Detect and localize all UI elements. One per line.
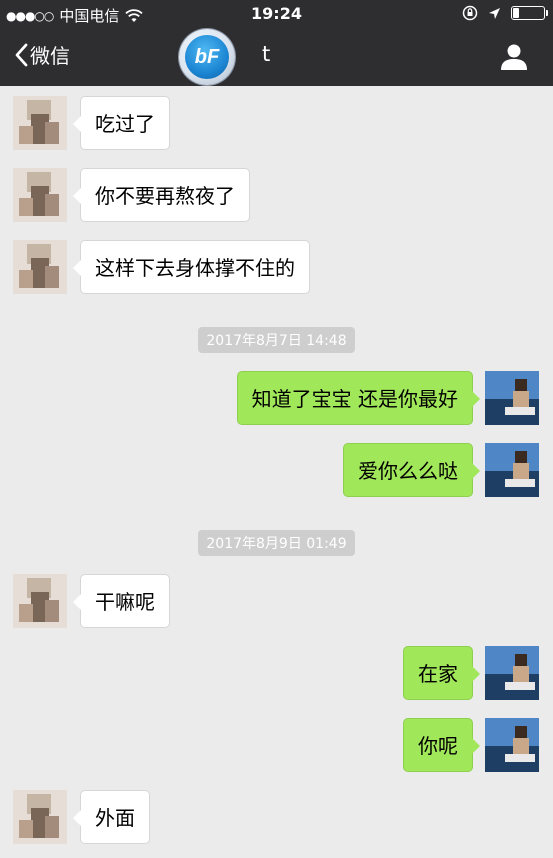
my-avatar[interactable] — [485, 646, 539, 700]
battery-level — [513, 8, 519, 18]
message-bubble-received[interactable]: 外面 — [73, 790, 150, 844]
my-avatar[interactable] — [485, 371, 539, 425]
message-bubble-received[interactable]: 你不要再熬夜了 — [73, 168, 250, 222]
contact-avatar[interactable] — [13, 790, 67, 844]
message-timestamp: 2017年8月7日 14:48 — [0, 327, 553, 353]
back-button[interactable]: 微信 — [14, 40, 70, 69]
rotation-lock-icon — [462, 5, 478, 21]
message-bubble-sent[interactable]: 你呢 — [403, 718, 480, 772]
message-bubble-received[interactable]: 干嘛呢 — [73, 574, 170, 628]
chevron-left-icon — [15, 43, 28, 66]
timestamp-label: 2017年8月7日 14:48 — [198, 327, 355, 353]
logo-text: bF — [185, 35, 229, 79]
contact-avatar[interactable] — [13, 240, 67, 294]
timestamp-label: 2017年8月9日 01:49 — [198, 530, 355, 556]
message-timestamp: 2017年8月9日 01:49 — [0, 530, 553, 556]
location-arrow-icon — [489, 7, 500, 19]
message-bubble-received[interactable]: 这样下去身体撑不住的 — [73, 240, 310, 294]
message-bubble-received[interactable]: 吃过了 — [73, 96, 170, 150]
message-bubble-sent[interactable]: 在家 — [403, 646, 480, 700]
battery-icon — [511, 6, 548, 20]
my-avatar[interactable] — [485, 443, 539, 497]
contact-avatar[interactable] — [13, 168, 67, 222]
my-avatar[interactable] — [485, 718, 539, 772]
contact-avatar[interactable] — [13, 574, 67, 628]
status-bar: ●●●○○ 中国电信 19:24 — [0, 0, 553, 28]
nav-bar: 微信 bF t — [0, 28, 553, 86]
contact-profile-icon[interactable] — [499, 42, 529, 72]
message-bubble-sent[interactable]: 爱你么么哒 — [343, 443, 480, 497]
chat-title: t — [262, 42, 271, 66]
back-label: 微信 — [30, 44, 70, 68]
message-bubble-sent[interactable]: 知道了宝宝 还是你最好 — [236, 371, 481, 425]
app-logo: bF — [179, 29, 235, 85]
chat-area[interactable]: 吃过了 你不要再熬夜了 这样下去身体撑不住的 2017年8月7日 14:48 知… — [0, 86, 553, 858]
contact-avatar[interactable] — [13, 96, 67, 150]
